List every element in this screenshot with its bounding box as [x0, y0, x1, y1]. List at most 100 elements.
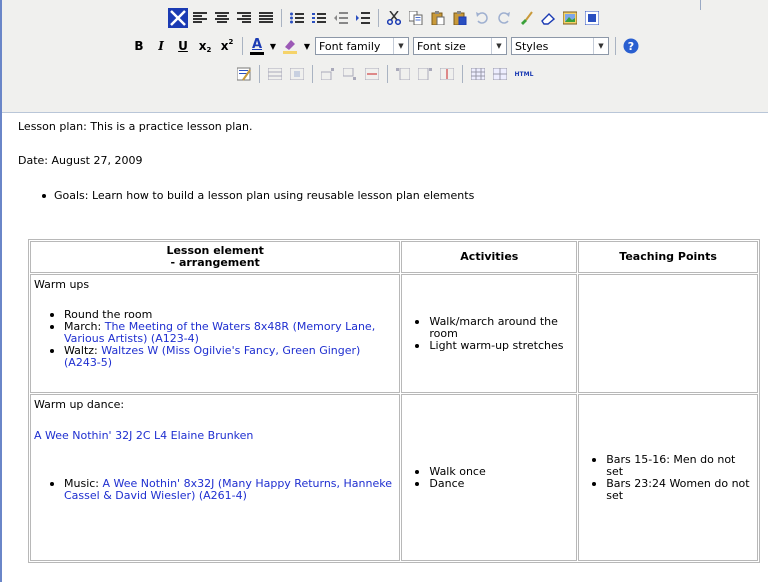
copy-icon[interactable] — [406, 8, 426, 28]
cut-icon[interactable] — [384, 8, 404, 28]
chevron-down-icon[interactable]: ▼ — [268, 36, 278, 56]
bullet-list-icon[interactable] — [287, 8, 307, 28]
row1-lesson-cell[interactable]: Warm ups Round the room March: The Meeti… — [30, 274, 401, 393]
waltz-link[interactable]: Waltzes W (Miss Ogilvie's Fancy, Green G… — [64, 344, 360, 369]
align-center-icon[interactable] — [212, 8, 232, 28]
list-item: Music: A Wee Nothin' 8x32J (Many Happy R… — [49, 477, 396, 502]
row2-lesson-cell[interactable]: Warm up dance: A Wee Nothin' 32J 2C L4 E… — [30, 394, 401, 561]
superscript-button[interactable]: x2 — [217, 36, 237, 56]
list-item: Dance — [415, 477, 573, 490]
toolbar-separator — [242, 37, 243, 55]
outdent-icon[interactable] — [331, 8, 351, 28]
numbered-list-icon[interactable] — [309, 8, 329, 28]
bold-button[interactable]: B — [129, 36, 149, 56]
list-item: Bars 15-16: Men do not set — [592, 453, 754, 478]
toolbar-row-3: HTML — [2, 62, 768, 86]
delete-row-icon[interactable] — [362, 64, 382, 84]
music-link[interactable]: A Wee Nothin' 8x32J (Many Happy Returns,… — [64, 477, 392, 502]
lesson-table: Lesson element - arrangement Activities … — [28, 239, 760, 563]
toolbar-separator — [312, 65, 313, 83]
toolbar-separator — [615, 37, 616, 55]
insert-image-icon[interactable] — [560, 8, 580, 28]
row2-activities-cell[interactable]: Walk once Dance — [401, 394, 578, 561]
march-link[interactable]: The Meeting of the Waters 8x48R (Memory … — [64, 320, 375, 345]
row-props-icon[interactable] — [265, 64, 285, 84]
align-right-icon[interactable] — [234, 8, 254, 28]
insert-row-after-icon[interactable] — [340, 64, 360, 84]
toolbar-separator — [378, 9, 379, 27]
chevron-down-icon[interactable]: ▼ — [302, 36, 312, 56]
text-color-button[interactable]: A — [248, 36, 266, 56]
help-icon[interactable]: ? — [621, 36, 641, 56]
chevron-down-icon[interactable]: ▼ — [393, 38, 408, 54]
styles-value: Styles — [515, 39, 549, 53]
superscript-label: x — [220, 39, 229, 53]
table-row: Warm up dance: A Wee Nothin' 32J 2C L4 E… — [30, 394, 758, 561]
indent-icon[interactable] — [353, 8, 373, 28]
subscript-label: x — [198, 39, 207, 53]
row2-items: Music: A Wee Nothin' 8x32J (Many Happy R… — [34, 478, 396, 502]
text-color-swatch — [250, 51, 264, 55]
header-lesson-element: Lesson element - arrangement — [30, 241, 401, 273]
list-item: Light warm-up stretches — [415, 339, 573, 352]
row2-heading: Warm up dance: — [34, 398, 125, 411]
row1-activities-cell[interactable]: Walk/march around the room Light warm-up… — [401, 274, 578, 393]
chevron-down-icon[interactable]: ▼ — [491, 38, 506, 54]
redo-icon[interactable] — [494, 8, 514, 28]
toolbar-separator — [462, 65, 463, 83]
table-header-row: Lesson element - arrangement Activities … — [30, 241, 758, 273]
paste-icon[interactable] — [428, 8, 448, 28]
close-icon[interactable] — [168, 8, 188, 28]
underline-button[interactable]: U — [173, 36, 193, 56]
superscript-mark: 2 — [228, 38, 234, 46]
subscript-button[interactable]: x2 — [195, 36, 215, 56]
list-item: Walk once — [415, 465, 573, 478]
row1-heading: Warm ups — [34, 278, 90, 291]
font-size-value: Font size — [417, 39, 466, 53]
delete-col-icon[interactable] — [437, 64, 457, 84]
header-activities: Activities — [401, 241, 578, 273]
row2-activities: Walk once Dance — [405, 465, 573, 490]
row1-activities: Walk/march around the room Light warm-up… — [405, 315, 573, 352]
row1-items: Round the room March: The Meeting of the… — [34, 309, 396, 369]
insert-col-after-icon[interactable] — [415, 64, 435, 84]
font-family-select[interactable]: Font family ▼ — [315, 37, 409, 55]
paste-word-icon[interactable] — [450, 8, 470, 28]
chevron-down-icon[interactable]: ▼ — [593, 38, 608, 54]
date-line: Date: August 27, 2009 — [18, 154, 143, 167]
html-source-button[interactable]: HTML — [512, 64, 536, 84]
row1-points-cell[interactable] — [578, 274, 758, 393]
table-props-icon[interactable] — [234, 64, 254, 84]
list-item: March: The Meeting of the Waters 8x48R (… — [49, 320, 396, 345]
list-item: Waltz: Waltzes W (Miss Ogilvie's Fancy, … — [49, 344, 396, 369]
row2-points-cell[interactable]: Bars 15-16: Men do not set Bars 23:24 Wo… — [578, 394, 758, 561]
svg-text:?: ? — [628, 40, 634, 53]
editor-toolbar: B I U x2 x2 A ▼ ▼ Font family ▼ Font size… — [2, 0, 768, 113]
toolbar-separator — [387, 65, 388, 83]
cleanup-icon[interactable] — [516, 8, 536, 28]
insert-col-before-icon[interactable] — [393, 64, 413, 84]
undo-icon[interactable] — [472, 8, 492, 28]
html-source-label: HTML — [514, 70, 534, 78]
insert-table-icon[interactable] — [468, 64, 488, 84]
align-left-icon[interactable] — [190, 8, 210, 28]
insert-row-before-icon[interactable] — [318, 64, 338, 84]
cell-props-icon[interactable] — [287, 64, 307, 84]
toolbar-separator — [259, 65, 260, 83]
styles-select[interactable]: Styles ▼ — [511, 37, 609, 55]
dance-link[interactable]: A Wee Nothin' 32J 2C L4 Elaine Brunken — [34, 429, 396, 442]
eraser-icon[interactable] — [538, 8, 558, 28]
highlight-color-icon[interactable] — [280, 36, 300, 56]
insert-media-icon[interactable] — [582, 8, 602, 28]
font-size-select[interactable]: Font size ▼ — [413, 37, 507, 55]
text-color-label: A — [251, 36, 263, 52]
align-justify-icon[interactable] — [256, 8, 276, 28]
toolbar-row-2: B I U x2 x2 A ▼ ▼ Font family ▼ Font size… — [2, 34, 768, 58]
subscript-mark: 2 — [206, 46, 212, 54]
toolbar-separator — [281, 9, 282, 27]
table-grid-icon[interactable] — [490, 64, 510, 84]
list-item: Walk/march around the room — [415, 315, 573, 340]
lesson-title-line: Lesson plan: This is a practice lesson p… — [18, 120, 253, 133]
list-item: Bars 23:24 Women do not set — [592, 477, 754, 502]
italic-button[interactable]: I — [151, 36, 171, 56]
